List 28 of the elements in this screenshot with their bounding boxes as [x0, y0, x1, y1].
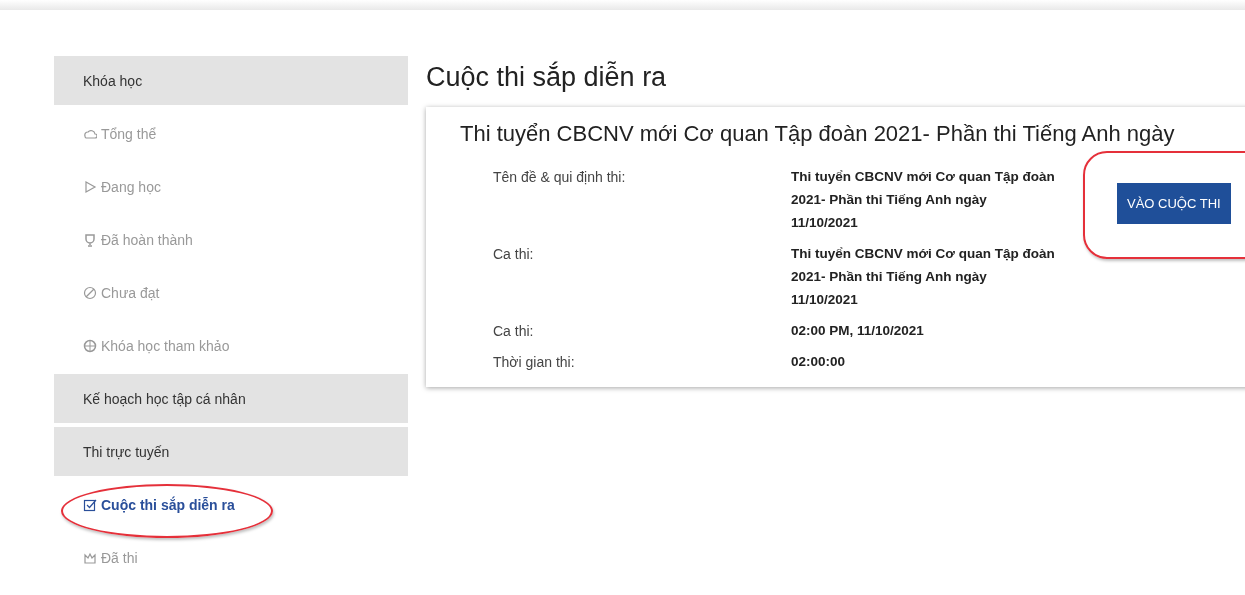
ban-icon: [83, 286, 97, 300]
cloud-icon: [83, 127, 97, 141]
sidebar-section-header[interactable]: Khóa học: [54, 56, 408, 105]
field-value: Thi tuyển CBCNV mới Cơ quan Tập đoàn 2021- Phần thi Tiếng Anh ngày 11/10/2021: [791, 245, 1056, 309]
crown-icon: [83, 551, 97, 565]
enter-exam-button[interactable]: VÀO CUỘC THI: [1117, 183, 1231, 224]
field-label: Ca thi:: [493, 246, 535, 264]
field-value: 02:00 PM, 11/10/2021: [791, 322, 925, 340]
field-label: Ca thi:: [493, 323, 535, 341]
field-value: 02:00:00: [791, 353, 847, 371]
trophy-icon: [83, 233, 97, 247]
sidebar-item[interactable]: Chưa đạt: [83, 285, 160, 301]
sidebar-item[interactable]: Đã thi: [83, 550, 138, 566]
globe-icon: [83, 339, 97, 353]
field-label: Thời gian thi:: [493, 354, 576, 372]
sidebar-item[interactable]: Đã hoàn thành: [83, 232, 193, 248]
play-icon: [83, 180, 97, 194]
sidebar-item[interactable]: Tổng thể: [83, 126, 157, 142]
sidebar-item[interactable]: Đang học: [83, 179, 161, 195]
exam-title: Thi tuyển CBCNV mới Cơ quan Tập đoàn 2021- Phần thi Tiếng Anh ngày: [460, 121, 1176, 147]
checkbox-icon: [83, 498, 97, 512]
field-label: Tên đề & qui định thi:: [493, 169, 627, 187]
sidebar-section-header[interactable]: Thi trực tuyến: [54, 427, 408, 476]
sidebar-item[interactable]: Cuộc thi sắp diễn ra: [83, 497, 235, 513]
sidebar-section-header[interactable]: Kế hoạch học tập cá nhân: [54, 374, 408, 423]
field-value: Thi tuyển CBCNV mới Cơ quan Tập đoàn 2021- Phần thi Tiếng Anh ngày 11/10/2021: [791, 168, 1056, 232]
page-title: Cuộc thi sắp diễn ra: [426, 62, 668, 93]
sidebar-item[interactable]: Khóa học tham khảo: [83, 338, 230, 354]
